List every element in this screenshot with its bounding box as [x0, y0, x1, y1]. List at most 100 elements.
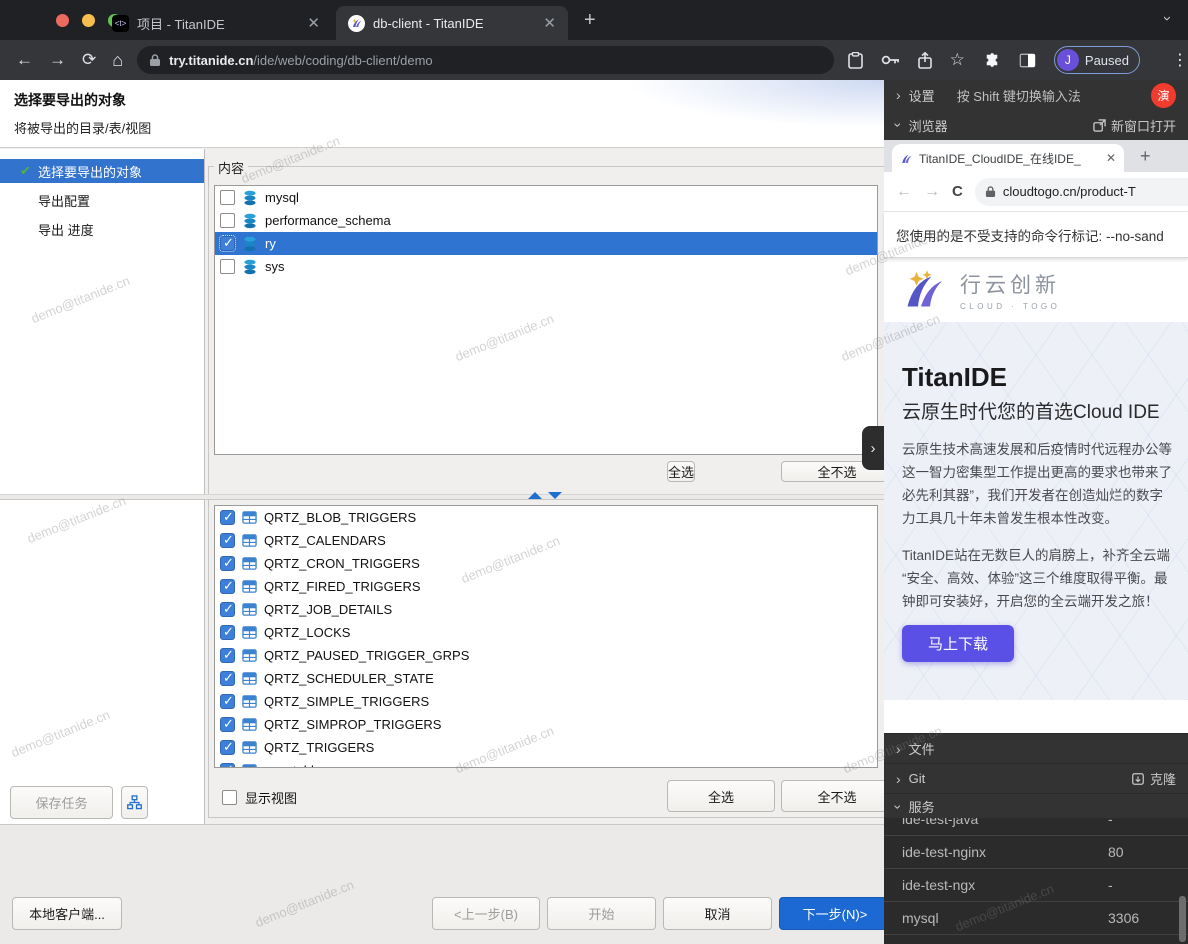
list-splitter[interactable]	[0, 494, 884, 500]
select-none-tables-button[interactable]: 全不选	[781, 780, 884, 812]
table-row[interactable]: QRTZ_SIMPLE_TRIGGERS	[215, 690, 877, 713]
git-section[interactable]: › Git 克隆	[884, 763, 1188, 793]
schema-checkbox[interactable]	[220, 236, 235, 251]
next-step-button[interactable]: 下一步(N)>	[779, 897, 884, 930]
schema-row[interactable]: mysql	[215, 186, 877, 209]
embedded-tab[interactable]: TitanIDE_CloudIDE_在线IDE_ ✕	[892, 144, 1124, 172]
select-all-schemas-button[interactable]: 全选	[667, 461, 695, 482]
local-client-button[interactable]: 本地客户端...	[12, 897, 122, 930]
embedded-reload-icon[interactable]: C	[952, 183, 963, 200]
table-row[interactable]: QRTZ_PAUSED_TRIGGER_GRPS	[215, 644, 877, 667]
schema-row[interactable]: sys	[215, 255, 877, 278]
table-row[interactable]: QRTZ_CRON_TRIGGERS	[215, 552, 877, 575]
forward-icon[interactable]: →	[49, 50, 66, 70]
table-checkbox[interactable]	[220, 602, 235, 617]
schema-checkbox[interactable]	[220, 190, 235, 205]
close-tab-icon[interactable]: ✕	[543, 14, 556, 32]
wizard-step[interactable]: 导出 进度	[0, 217, 204, 241]
address-bar[interactable]: try.titanide.cn/ide/web/coding/db-client…	[137, 46, 834, 74]
service-row[interactable]: ide-test-java -	[884, 818, 1188, 836]
open-new-window-button[interactable]: 新窗口打开	[1093, 116, 1176, 135]
table-row[interactable]: QRTZ_SIMPROP_TRIGGERS	[215, 713, 877, 736]
side-panel-icon[interactable]	[1019, 53, 1036, 68]
splitter-down-icon[interactable]	[548, 492, 562, 499]
cancel-button[interactable]: 取消	[663, 897, 772, 930]
service-port: 3306	[1108, 910, 1139, 926]
files-section[interactable]: › 文件	[884, 733, 1188, 763]
service-row[interactable]: ide-test-nginx 80	[884, 836, 1188, 869]
table-row[interactable]: QRTZ_TRIGGERS	[215, 736, 877, 759]
save-task-button[interactable]: 保存任务	[10, 786, 113, 819]
service-row[interactable]: ide-test-ngx -	[884, 869, 1188, 902]
expand-panel-handle[interactable]: ›	[862, 426, 884, 470]
browser-menu-icon[interactable]: ⋮	[1172, 50, 1188, 70]
schema-checkbox[interactable]	[220, 213, 235, 228]
table-checkbox[interactable]	[220, 510, 235, 525]
sandbox-warning-bar: 您使用的是不受支持的命令行标记: --no-sand	[884, 212, 1188, 258]
download-button[interactable]: 马上下载	[902, 625, 1014, 662]
table-row[interactable]: QRTZ_JOB_DETAILS	[215, 598, 877, 621]
new-tab-button[interactable]: +	[584, 10, 596, 30]
close-window-button[interactable]	[56, 14, 69, 27]
table-checkbox[interactable]	[220, 625, 235, 640]
table-checkbox[interactable]	[220, 694, 235, 709]
extensions-puzzle-icon[interactable]	[983, 51, 1001, 69]
service-row[interactable]: mysql 3306	[884, 902, 1188, 935]
tab-search-chevron-icon[interactable]: ›	[1159, 16, 1176, 21]
services-section[interactable]: › 服务	[884, 793, 1188, 819]
show-views-checkbox[interactable]	[222, 790, 237, 805]
wizard-step[interactable]: 导出配置	[0, 188, 204, 212]
close-tab-icon[interactable]: ✕	[307, 14, 320, 32]
splitter-arrows[interactable]	[528, 492, 562, 499]
back-icon[interactable]: ←	[16, 50, 33, 70]
tab-project[interactable]: <t> 项目 - TitanIDE ✕	[100, 6, 332, 40]
table-checkbox[interactable]	[220, 740, 235, 755]
schema-row[interactable]: performance_schema	[215, 209, 877, 232]
table-list[interactable]: QRTZ_BLOB_TRIGGERS QRTZ_CALENDARS	[214, 505, 878, 768]
bookmark-star-icon[interactable]: ☆	[950, 50, 965, 70]
table-checkbox[interactable]	[220, 717, 235, 732]
profile-chip[interactable]: J Paused	[1054, 46, 1140, 74]
select-all-tables-button[interactable]: 全选	[667, 780, 775, 812]
table-checkbox[interactable]	[220, 533, 235, 548]
table-row[interactable]: QRTZ_LOCKS	[215, 621, 877, 644]
table-row[interactable]: gen_table	[215, 759, 877, 768]
embedded-back-icon[interactable]: ←	[896, 183, 912, 201]
clipboard-icon[interactable]	[848, 52, 863, 69]
tab-db-client[interactable]: db-client - TitanIDE ✕	[336, 6, 568, 40]
schema-row[interactable]: ry	[215, 232, 877, 255]
wizard-header: 选择要导出的对象 将被导出的目录/表/视图	[0, 80, 884, 148]
embedded-forward-icon[interactable]: →	[924, 183, 940, 201]
splitter-up-icon[interactable]	[528, 492, 542, 499]
table-row[interactable]: QRTZ_SCHEDULER_STATE	[215, 667, 877, 690]
table-checkbox[interactable]	[220, 671, 235, 686]
back-step-button[interactable]: <上一步(B)	[432, 897, 540, 930]
table-checkbox[interactable]	[220, 579, 235, 594]
git-clone-button[interactable]: 克隆	[1131, 769, 1176, 788]
table-row[interactable]: QRTZ_CALENDARS	[215, 529, 877, 552]
reload-icon[interactable]: ⟳	[82, 50, 96, 70]
settings-section[interactable]: › 设置 按 Shift 键切换输入法 演	[884, 80, 1188, 110]
key-icon[interactable]	[881, 54, 900, 66]
share-icon[interactable]	[918, 52, 932, 69]
close-embedded-tab-icon[interactable]: ✕	[1106, 151, 1116, 165]
embedded-address-bar[interactable]: cloudtogo.cn/product-T	[975, 178, 1188, 206]
demo-badge[interactable]: 演	[1151, 83, 1176, 108]
table-row[interactable]: QRTZ_FIRED_TRIGGERS	[215, 575, 877, 598]
schema-list[interactable]: mysql performance_schema	[214, 185, 878, 455]
show-views-option[interactable]: 显示视图	[222, 788, 297, 807]
schema-checkbox[interactable]	[220, 259, 235, 274]
start-button[interactable]: 开始	[547, 897, 656, 930]
wizard-step[interactable]: ✔ 选择要导出的对象	[0, 159, 204, 183]
minimize-window-button[interactable]	[82, 14, 95, 27]
task-scheme-button[interactable]	[121, 786, 148, 819]
table-row[interactable]: QRTZ_BLOB_TRIGGERS	[215, 506, 877, 529]
table-checkbox[interactable]	[220, 556, 235, 571]
browser-section[interactable]: › 浏览器 新窗口打开	[884, 110, 1188, 140]
embedded-new-tab-button[interactable]: +	[1140, 146, 1151, 167]
table-checkbox[interactable]	[220, 763, 235, 768]
hero-subtitle: 云原生时代您的首选Cloud IDE	[902, 397, 1170, 424]
home-icon[interactable]: ⌂	[112, 50, 123, 71]
table-checkbox[interactable]	[220, 648, 235, 663]
scrollbar-thumb[interactable]	[1179, 896, 1186, 942]
